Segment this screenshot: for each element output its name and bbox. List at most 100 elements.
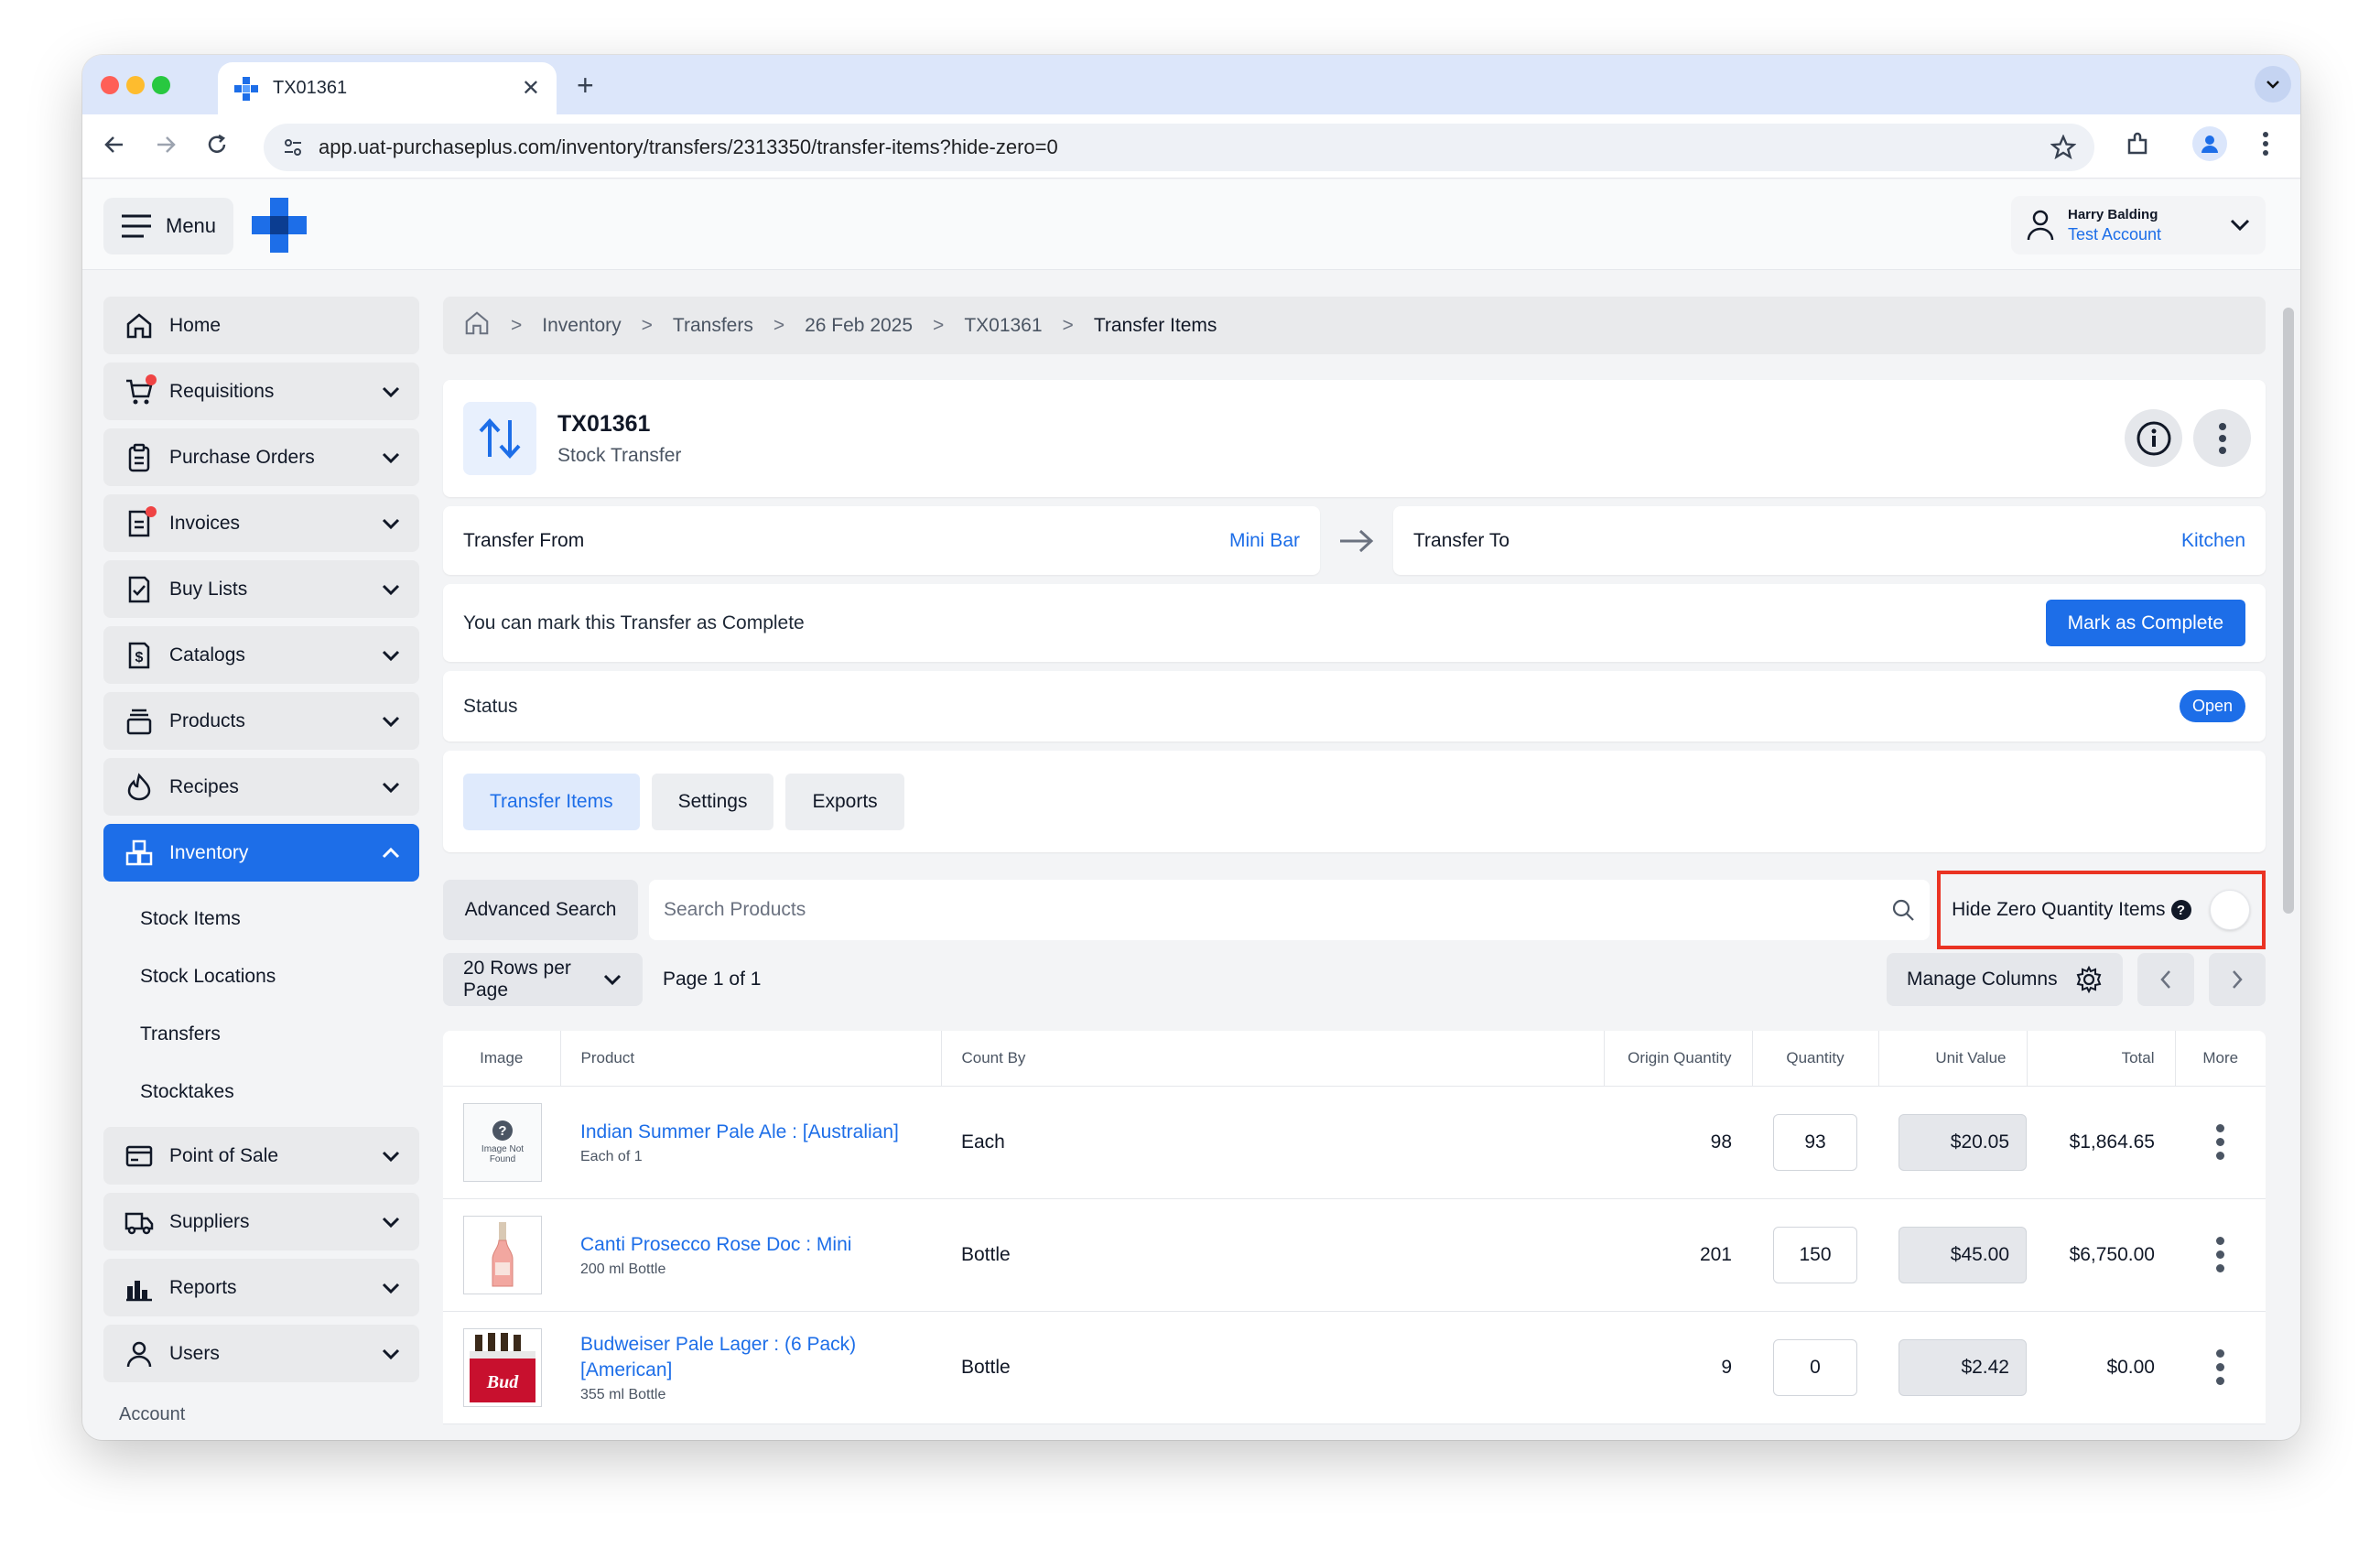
search-icon[interactable] — [1891, 898, 1915, 922]
product-image-six-pack[interactable]: Bud — [463, 1327, 542, 1407]
chevron-down-icon — [382, 386, 400, 397]
profile-icon[interactable] — [2192, 126, 2227, 161]
pagination-bar: 20 Rows per Page Page 1 of 1 Manage Colu… — [443, 953, 2266, 1006]
six-pack-image: Bud — [470, 1332, 536, 1402]
manage-columns-button[interactable]: Manage Columns — [1887, 953, 2123, 1006]
transfer-arrows-icon — [463, 402, 536, 475]
purchaseplus-logo[interactable] — [252, 198, 307, 257]
sidebar-item-home[interactable]: Home — [103, 297, 419, 354]
sidebar-item-requisitions[interactable]: Requisitions — [103, 363, 419, 420]
product-image-bottle[interactable] — [463, 1215, 542, 1294]
status-label: Status — [463, 695, 518, 717]
bookmark-star-icon[interactable] — [2050, 135, 2076, 160]
sidebar-item-purchase-orders[interactable]: Purchase Orders — [103, 428, 419, 486]
column-header-product[interactable]: Product — [560, 1031, 942, 1087]
sidebar-item-label: Invoices — [169, 512, 241, 534]
breadcrumb-transfers[interactable]: Transfers — [673, 315, 753, 337]
row-more-icon[interactable] — [2195, 1124, 2245, 1160]
rows-per-page-select[interactable]: 20 Rows per Page — [443, 953, 643, 1006]
quantity-input[interactable]: 150 — [1773, 1226, 1857, 1283]
browser-tab[interactable]: TX01361 ✕ — [218, 62, 557, 114]
mark-complete-button[interactable]: Mark as Complete — [2045, 600, 2245, 646]
sidebar-item-catalogs[interactable]: $ Catalogs — [103, 626, 419, 684]
product-image-not-found[interactable]: ? Image Not Found — [463, 1102, 542, 1182]
sidebar-item-invoices[interactable]: Invoices — [103, 494, 419, 552]
transfer-from-value[interactable]: Mini Bar — [1229, 530, 1300, 552]
user-menu[interactable]: Harry Balding Test Account — [2011, 196, 2266, 254]
sidebar-subitem-transfers[interactable]: Transfers — [103, 1005, 419, 1063]
page-scrollbar[interactable] — [2283, 308, 2294, 914]
gear-icon — [2076, 966, 2102, 993]
rows-per-page-label: 20 Rows per Page — [463, 958, 571, 1001]
sidebar-item-label: Point of Sale — [169, 1144, 279, 1166]
address-bar[interactable]: app.uat-purchaseplus.com/inventory/trans… — [264, 124, 2094, 171]
breadcrumb-separator-icon: > — [1062, 314, 1074, 336]
tab-transfer-items[interactable]: Transfer Items — [463, 773, 640, 830]
tab-search-icon[interactable] — [2255, 66, 2291, 103]
sidebar-item-products[interactable]: Products — [103, 692, 419, 750]
column-header-quantity[interactable]: Quantity — [1752, 1031, 1879, 1087]
product-name-link[interactable]: Budweiser Pale Lager : (6 Pack) [America… — [580, 1332, 921, 1383]
quantity-input[interactable]: 0 — [1773, 1338, 1857, 1396]
sidebar-subitem-stock-items[interactable]: Stock Items — [103, 890, 419, 947]
breadcrumb-transfer-id[interactable]: TX01361 — [964, 315, 1042, 337]
tab-exports[interactable]: Exports — [785, 773, 904, 830]
product-name-link[interactable]: Indian Summer Pale Ale : [Australian] — [580, 1120, 921, 1145]
page-subtitle: Stock Transfer — [557, 444, 682, 466]
breadcrumb-inventory[interactable]: Inventory — [542, 315, 621, 337]
sidebar-item-users[interactable]: Users — [103, 1325, 419, 1382]
more-options-button[interactable] — [2193, 409, 2251, 467]
page-indicator: Page 1 of 1 — [663, 969, 762, 990]
sidebar-item-inventory[interactable]: Inventory — [103, 824, 419, 882]
sidebar-subitem-stock-locations[interactable]: Stock Locations — [103, 947, 419, 1005]
column-header-origin-quantity[interactable]: Origin Quantity — [1604, 1031, 1753, 1087]
maximize-window-button[interactable] — [152, 76, 170, 94]
tab-settings[interactable]: Settings — [651, 773, 774, 830]
back-icon[interactable] — [103, 133, 126, 163]
column-header-more: More — [2175, 1031, 2266, 1087]
product-name-link[interactable]: Canti Prosecco Rose Doc : Mini — [580, 1232, 921, 1258]
sidebar-item-point-of-sale[interactable]: Point of Sale — [103, 1127, 419, 1185]
sidebar-item-reports[interactable]: Reports — [103, 1259, 419, 1316]
tab-close-icon[interactable]: ✕ — [522, 75, 540, 102]
advanced-search-button[interactable]: Advanced Search — [443, 880, 638, 940]
browser-menu-icon[interactable] — [2261, 129, 2270, 163]
help-icon[interactable]: ? — [2170, 900, 2191, 920]
site-settings-icon[interactable] — [282, 136, 304, 158]
product-unit: 200 ml Bottle — [580, 1261, 666, 1277]
previous-page-button[interactable] — [2137, 953, 2194, 1006]
url-text: app.uat-purchaseplus.com/inventory/trans… — [319, 135, 1058, 158]
transfer-to-value[interactable]: Kitchen — [2181, 530, 2245, 552]
origin-quantity-cell: 98 — [1604, 1086, 1752, 1199]
sidebar-item-recipes[interactable]: Recipes — [103, 758, 419, 816]
search-input[interactable]: Search Products — [648, 880, 1931, 940]
column-header-count-by[interactable]: Count By — [941, 1031, 1605, 1087]
column-header-unit-value[interactable]: Unit Value — [1878, 1031, 2028, 1087]
row-more-icon[interactable] — [2195, 1237, 2245, 1272]
info-button[interactable] — [2125, 409, 2182, 467]
next-page-button[interactable] — [2209, 953, 2266, 1006]
extensions-icon[interactable] — [2124, 131, 2151, 163]
row-more-icon[interactable] — [2195, 1349, 2245, 1385]
minimize-window-button[interactable] — [126, 76, 145, 94]
svg-text:Bud: Bud — [486, 1372, 519, 1392]
close-window-button[interactable] — [101, 76, 119, 94]
breadcrumb-home-icon[interactable] — [463, 309, 491, 342]
hide-zero-toggle[interactable] — [2209, 890, 2250, 930]
sidebar-item-suppliers[interactable]: Suppliers — [103, 1193, 419, 1250]
menu-button[interactable]: Menu — [103, 198, 233, 254]
breadcrumb-separator-icon: > — [773, 314, 785, 336]
quantity-input[interactable]: 93 — [1773, 1113, 1857, 1171]
transfer-from: Transfer From Mini Bar — [443, 506, 1320, 575]
sidebar-item-buy-lists[interactable]: Buy Lists — [103, 560, 419, 618]
user-name: Harry Balding — [2068, 206, 2158, 222]
transfer-to-label: Transfer To — [1413, 529, 1510, 551]
reload-icon[interactable] — [205, 133, 229, 163]
sidebar-subitem-stocktakes[interactable]: Stocktakes — [103, 1063, 419, 1120]
transfer-locations: Transfer From Mini Bar Transfer To Kitch… — [443, 506, 2266, 575]
breadcrumb-date[interactable]: 26 Feb 2025 — [805, 315, 913, 337]
chevron-down-icon — [382, 1283, 400, 1294]
column-header-total[interactable]: Total — [2027, 1031, 2176, 1087]
forward-icon[interactable] — [154, 133, 178, 163]
new-tab-icon[interactable]: + — [577, 69, 594, 103]
